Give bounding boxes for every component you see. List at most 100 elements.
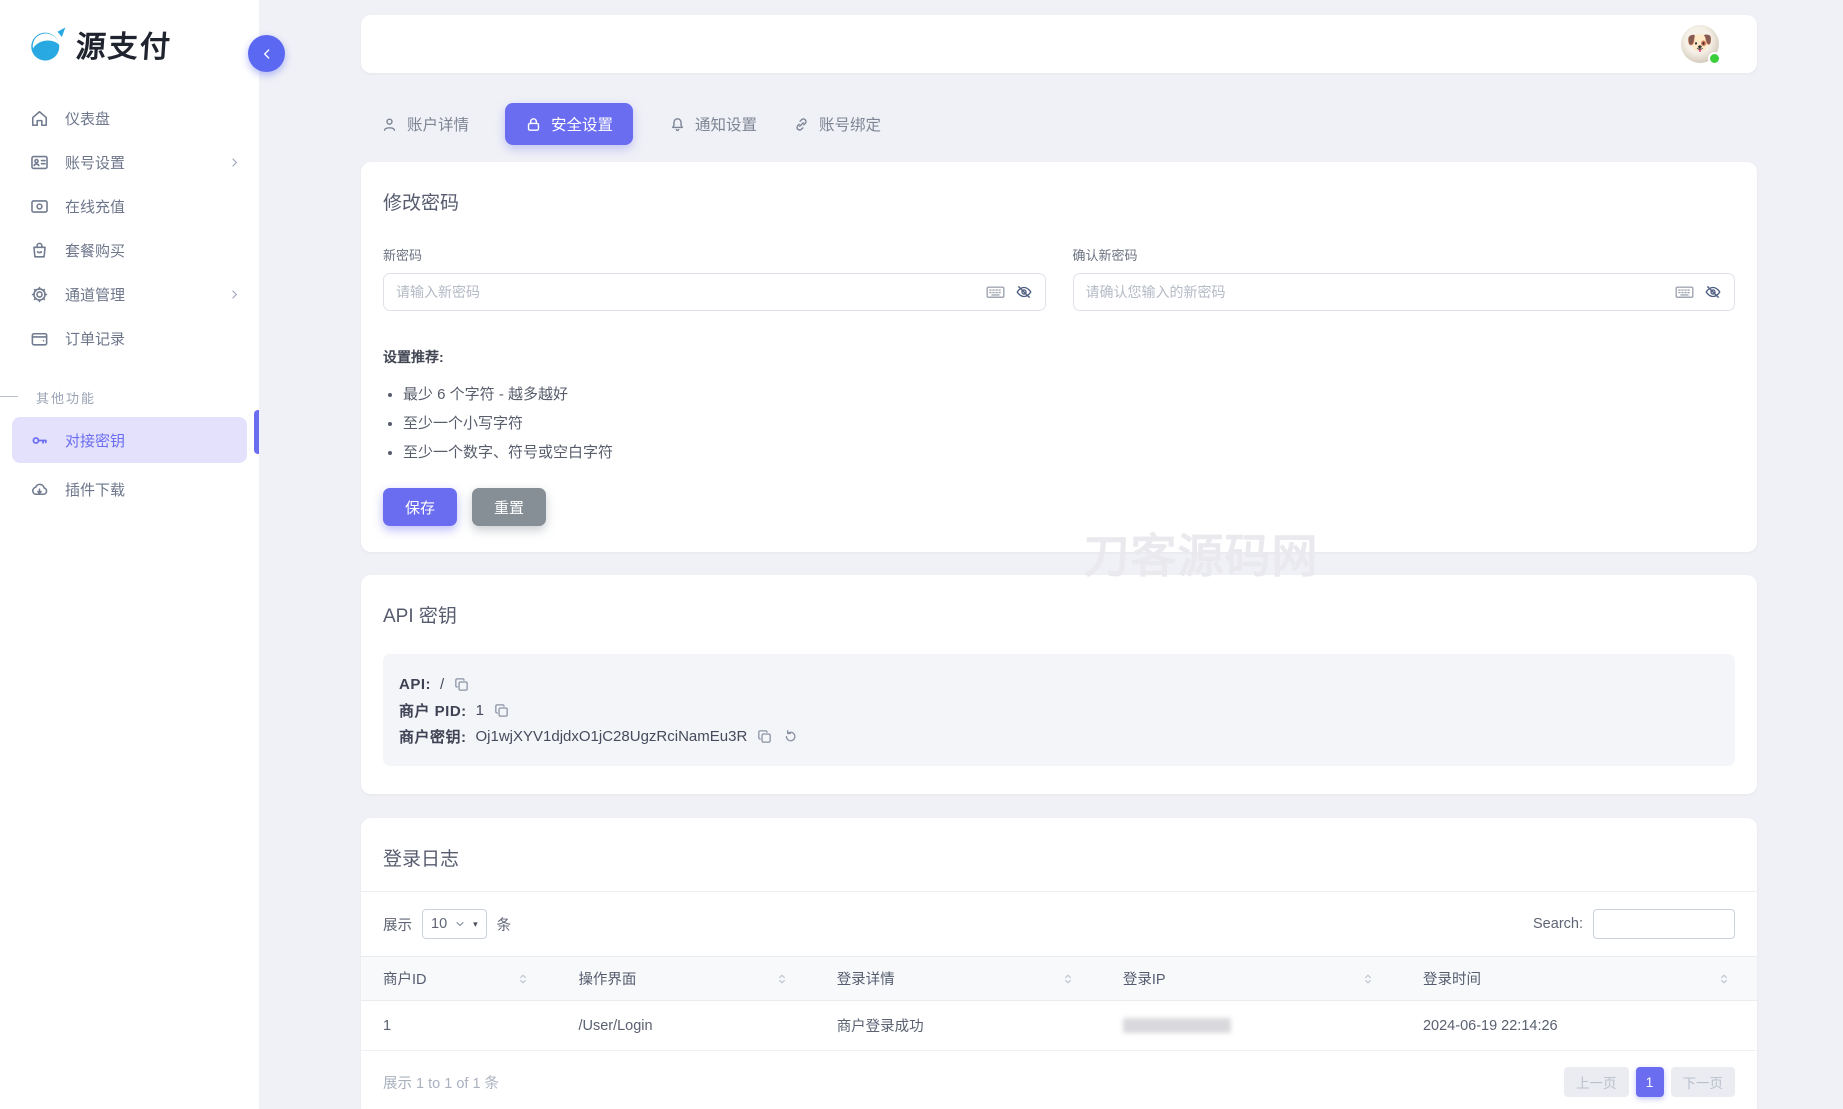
logo: 源支付 <box>0 0 259 66</box>
sidebar-item-label: 订单记录 <box>65 328 125 349</box>
copy-icon[interactable] <box>756 728 773 745</box>
page-size-select[interactable]: 10 ▾ <box>422 909 487 939</box>
sidebar-item-label: 插件下载 <box>65 479 125 500</box>
column-header-merchant-id[interactable]: 商户ID <box>361 957 556 1001</box>
sidebar-item-label: 通道管理 <box>65 284 125 305</box>
sidebar-section-label: 其他功能 <box>0 388 259 407</box>
eye-off-icon[interactable] <box>1015 283 1033 301</box>
tab-account-details[interactable]: 账户详情 <box>381 113 469 135</box>
save-button[interactable]: 保存 <box>383 488 457 526</box>
current-page-button[interactable]: 1 <box>1636 1067 1664 1097</box>
api-key-box: API: / 商户 PID: 1 商户密钥: Oj1wjXYV1djdxO1jC… <box>383 654 1735 766</box>
pagination-info: 展示 1 to 1 of 1 条 <box>383 1072 499 1093</box>
redacted-ip <box>1123 1018 1231 1033</box>
show-label: 展示 <box>383 914 412 935</box>
sort-icon <box>1061 972 1075 986</box>
tab-notification-settings[interactable]: 通知设置 <box>669 113 757 135</box>
new-password-group: 新密码 <box>383 245 1046 311</box>
sidebar-item-order-records[interactable]: 订单记录 <box>0 316 259 360</box>
sidebar-item-label: 对接密钥 <box>65 430 125 451</box>
key-icon <box>30 431 49 450</box>
cell-login-detail: 商户登录成功 <box>815 1001 1101 1051</box>
sidebar-item-account-settings[interactable]: 账号设置 <box>0 140 259 184</box>
table-footer: 展示 1 to 1 of 1 条 上一页 1 下一页 <box>361 1051 1757 1109</box>
recommend-item: 至少一个数字、符号或空白字符 <box>403 441 1735 462</box>
column-header-login-ip[interactable]: 登录IP <box>1101 957 1401 1001</box>
new-password-input[interactable] <box>383 273 1046 311</box>
eye-off-icon[interactable] <box>1704 283 1722 301</box>
field-label: 确认新密码 <box>1073 245 1736 264</box>
api-value: / <box>440 676 444 693</box>
api-label: 商户密钥: <box>399 726 467 747</box>
cell-operation-page: /User/Login <box>556 1001 814 1051</box>
search-input[interactable] <box>1593 909 1735 939</box>
confirm-password-input[interactable] <box>1073 273 1736 311</box>
pagination: 上一页 1 下一页 <box>1564 1067 1735 1097</box>
sidebar: 源支付 仪表盘 账号设置 在线充值 套餐购买 <box>0 0 259 1109</box>
online-status-dot <box>1708 52 1721 65</box>
sort-icon <box>1717 972 1731 986</box>
column-header-login-detail[interactable]: 登录详情 <box>815 957 1101 1001</box>
input-wrap <box>383 273 1046 311</box>
unit-label: 条 <box>497 914 512 935</box>
copy-icon[interactable] <box>493 702 510 719</box>
main-content: 🐶 账户详情 安全设置 通知设置 账号绑定 修改密码 <box>259 0 1843 1109</box>
chevron-right-icon <box>228 288 241 301</box>
cell-login-time: 2024-06-19 22:14:26 <box>1401 1001 1757 1051</box>
sidebar-item-plugin-download[interactable]: 插件下载 <box>0 467 259 511</box>
sidebar-item-package-purchase[interactable]: 套餐购买 <box>0 228 259 272</box>
recommend-item: 至少一个小写字符 <box>403 412 1735 433</box>
sidebar-item-label: 在线充值 <box>65 196 125 217</box>
wallet-icon <box>30 329 49 348</box>
sort-icon <box>1361 972 1375 986</box>
column-header-login-time[interactable]: 登录时间 <box>1401 957 1757 1001</box>
prev-page-button[interactable]: 上一页 <box>1564 1067 1629 1097</box>
page-size-control: 展示 10 ▾ 条 <box>383 909 511 939</box>
copy-icon[interactable] <box>453 676 470 693</box>
logo-text: 源支付 <box>74 22 173 66</box>
api-row: 商户密钥: Oj1wjXYV1djdxO1jC28UgzRciNamEu3R <box>399 723 1719 749</box>
keyboard-icon[interactable] <box>985 282 1006 303</box>
id-card-icon <box>30 153 49 172</box>
confirm-password-group: 确认新密码 <box>1073 245 1736 311</box>
api-value: 1 <box>476 702 484 719</box>
reset-button[interactable]: 重置 <box>472 488 546 526</box>
sidebar-item-channel-management[interactable]: 通道管理 <box>0 272 259 316</box>
sidebar-collapse-button[interactable] <box>248 35 285 72</box>
cell-merchant-id: 1 <box>361 1001 556 1051</box>
lock-icon <box>525 116 542 133</box>
card-title: 修改密码 <box>383 188 1735 215</box>
regenerate-icon[interactable] <box>782 728 799 745</box>
table-controls: 展示 10 ▾ 条 Search: <box>361 892 1757 956</box>
card-title: API 密钥 <box>383 601 1735 628</box>
app-root: 源支付 仪表盘 账号设置 在线充值 套餐购买 <box>0 0 1843 1109</box>
home-icon <box>30 109 49 128</box>
gear-icon <box>30 285 49 304</box>
api-label: 商户 PID: <box>399 700 467 721</box>
cell-login-ip <box>1101 1001 1401 1051</box>
topbar: 🐶 <box>361 15 1757 73</box>
recommend-list: 最少 6 个字符 - 越多越好 至少一个小写字符 至少一个数字、符号或空白字符 <box>383 383 1735 462</box>
api-label: API: <box>399 676 431 693</box>
chevron-left-icon <box>259 46 275 62</box>
sidebar-item-dashboard[interactable]: 仪表盘 <box>0 96 259 140</box>
user-avatar[interactable]: 🐶 <box>1681 25 1719 63</box>
change-password-card: 修改密码 新密码 确认新密码 <box>361 162 1757 552</box>
cloud-download-icon <box>30 480 49 499</box>
sidebar-item-api-key[interactable]: 对接密钥 <box>12 417 247 463</box>
chevron-right-icon <box>228 156 241 169</box>
user-icon <box>381 116 398 133</box>
merchant-secret-value: Oj1wjXYV1djdxO1jC28UgzRciNamEu3R <box>476 728 748 745</box>
sidebar-item-online-recharge[interactable]: 在线充值 <box>0 184 259 228</box>
api-key-card: API 密钥 API: / 商户 PID: 1 商户密钥: Oj1wjXYV1d… <box>361 575 1757 794</box>
keyboard-icon[interactable] <box>1674 282 1695 303</box>
tab-security-settings[interactable]: 安全设置 <box>505 103 633 145</box>
sidebar-item-label: 仪表盘 <box>65 108 110 129</box>
column-header-operation-page[interactable]: 操作界面 <box>556 957 814 1001</box>
divider <box>0 396 18 397</box>
next-page-button[interactable]: 下一页 <box>1671 1067 1736 1097</box>
table-header-row: 商户ID 操作界面 登录详情 登录IP 登录时间 <box>361 957 1757 1001</box>
tab-account-binding[interactable]: 账号绑定 <box>793 113 881 135</box>
link-icon <box>793 116 810 133</box>
banknote-icon <box>30 197 49 216</box>
